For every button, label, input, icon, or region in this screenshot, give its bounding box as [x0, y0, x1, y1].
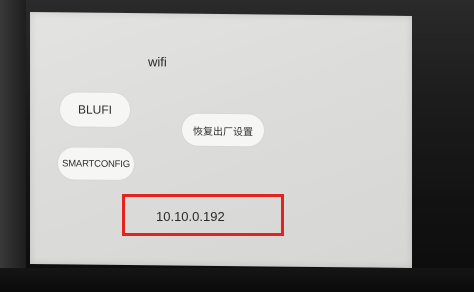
smartconfig-button[interactable]: SMARTCONFIG	[58, 147, 134, 181]
screen-title: wifi	[148, 54, 167, 70]
blufi-button-label: BLUFI	[77, 102, 112, 117]
device-bezel-bottom	[0, 268, 474, 292]
device-bezel-left	[0, 0, 26, 292]
smartconfig-button-label: SMARTCONFIG	[62, 157, 130, 170]
factory-reset-button[interactable]: 恢复出厂设置	[182, 113, 264, 147]
factory-reset-button-label: 恢复出厂设置	[193, 126, 253, 138]
blufi-button[interactable]: BLUFI	[60, 92, 130, 128]
ip-highlight-box	[122, 194, 284, 236]
